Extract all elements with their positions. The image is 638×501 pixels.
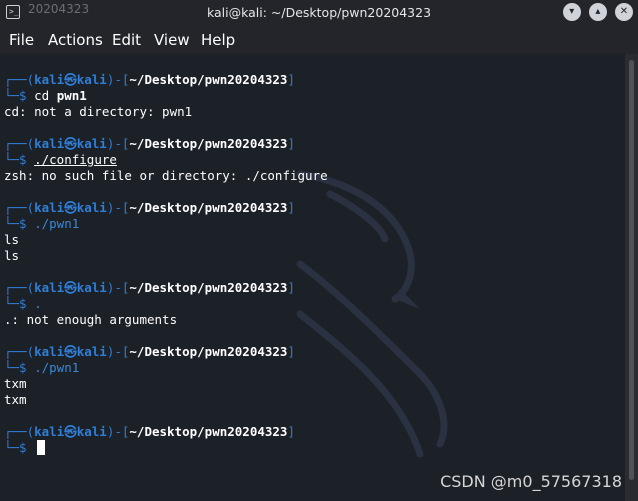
- prompt-line: ┌──(kali㉿kali)-[~/Desktop/pwn20204323]: [4, 344, 295, 359]
- command-input-line[interactable]: └─$: [4, 440, 46, 456]
- menu-actions[interactable]: Actions: [48, 31, 103, 49]
- prompt-line: ┌──(kali㉿kali)-[~/Desktop/pwn20204323]: [4, 424, 295, 439]
- csdn-watermark: CSDN @m0_57567318: [440, 472, 622, 491]
- output-line: txm: [4, 376, 27, 391]
- prompt-line: ┌──(kali㉿kali)-[~/Desktop/pwn20204323]: [4, 200, 295, 215]
- command-line: └─$ ./configure: [4, 152, 117, 167]
- minimize-button[interactable]: ▾: [562, 3, 581, 21]
- text-cursor: [37, 440, 46, 455]
- window-controls: ▾ ▴ ✕: [560, 3, 633, 22]
- output-line: cd: not a directory: pwn1: [4, 104, 193, 119]
- menu-file[interactable]: File: [9, 31, 34, 49]
- minimize-icon: ▾: [569, 6, 575, 17]
- command-line: └─$ ./pwn1: [4, 216, 80, 231]
- output-line: zsh: no such file or directory: ./config…: [4, 168, 328, 183]
- menu-edit[interactable]: Edit: [112, 31, 141, 49]
- window-titlebar[interactable]: >_ 20204323 kali@kali: ~/Desktop/pwn2020…: [0, 0, 638, 26]
- terminal-area[interactable]: ┌──(kali㉿kali)-[~/Desktop/pwn20204323] └…: [0, 54, 625, 501]
- output-line: .: not enough arguments: [4, 312, 178, 327]
- prompt-line: ┌──(kali㉿kali)-[~/Desktop/pwn20204323]: [4, 72, 295, 87]
- command-line: └─$ ./pwn1: [4, 360, 80, 375]
- prompt-line: ┌──(kali㉿kali)-[~/Desktop/pwn20204323]: [4, 280, 295, 295]
- menu-bar: File Actions Edit View Help: [0, 26, 638, 54]
- maximize-icon: ▴: [595, 6, 601, 17]
- scrollbar-thumb[interactable]: [629, 60, 634, 480]
- close-button[interactable]: ✕: [615, 3, 633, 21]
- menu-help[interactable]: Help: [201, 31, 235, 49]
- output-line: txm: [4, 392, 27, 407]
- menu-view[interactable]: View: [154, 31, 190, 49]
- prompt-line: ┌──(kali㉿kali)-[~/Desktop/pwn20204323]: [4, 136, 295, 151]
- scrollbar[interactable]: [625, 54, 638, 501]
- close-icon: ✕: [619, 6, 629, 17]
- command-line: └─$ cd pwn1: [4, 88, 87, 103]
- window-title: kali@kali: ~/Desktop/pwn20204323: [206, 5, 432, 20]
- maximize-button[interactable]: ▴: [588, 3, 607, 21]
- output-line: ls: [4, 232, 20, 247]
- command-line: └─$ .: [4, 296, 42, 311]
- output-line: ls: [4, 248, 20, 263]
